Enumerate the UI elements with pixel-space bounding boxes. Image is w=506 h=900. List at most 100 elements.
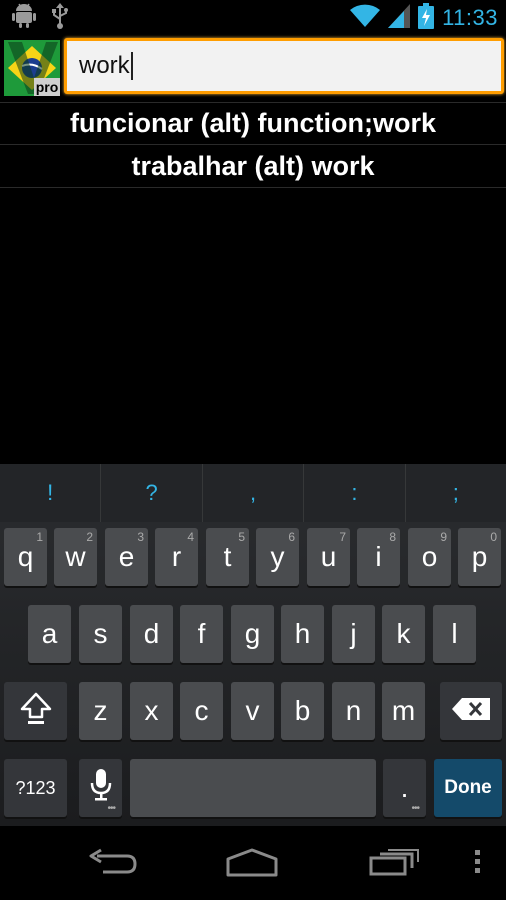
symbols-key[interactable]: ?123 <box>4 759 67 817</box>
key-x[interactable]: x <box>130 682 173 740</box>
key-label: i <box>375 541 382 572</box>
key-n[interactable]: n <box>332 682 375 740</box>
list-item[interactable]: trabalhar (alt) work <box>0 145 506 188</box>
key-f[interactable]: f <box>180 605 223 663</box>
results-list: funcionar (alt) function;work trabalhar … <box>0 102 506 188</box>
space-key[interactable] <box>130 759 376 817</box>
key-label: y <box>270 541 285 572</box>
more-icon: ••• <box>411 803 419 814</box>
svg-text:pro: pro <box>36 79 59 95</box>
key-label: d <box>143 618 160 649</box>
suggestion-question[interactable]: ? <box>101 464 203 522</box>
key-h[interactable]: h <box>281 605 324 663</box>
result-text: funcionar (alt) function;work <box>70 108 436 138</box>
key-g[interactable]: g <box>231 605 274 663</box>
key-hint: 0 <box>490 530 497 544</box>
key-label: z <box>93 695 108 726</box>
key-c[interactable]: c <box>180 682 223 740</box>
key-hint: 2 <box>86 530 93 544</box>
key-label: a <box>41 618 58 649</box>
search-input[interactable]: work <box>64 38 504 94</box>
key-label: r <box>171 541 182 572</box>
key-label: k <box>396 618 411 649</box>
key-hint: 1 <box>36 530 43 544</box>
soft-keyboard: ! ? , : ; q1 w2 e3 r4 t5 y6 u7 i8 o9 p0 … <box>0 464 506 826</box>
back-arrow-icon <box>87 848 137 880</box>
suggestion-comma[interactable]: , <box>203 464 305 522</box>
key-p[interactable]: p0 <box>458 528 501 586</box>
key-j[interactable]: j <box>332 605 375 663</box>
key-label: j <box>350 618 357 649</box>
key-label: c <box>194 695 209 726</box>
overflow-menu-icon <box>475 850 481 878</box>
shift-key[interactable] <box>4 682 67 740</box>
key-label: p <box>471 541 488 572</box>
brazil-flag-v-pro-icon[interactable]: pro <box>4 40 60 96</box>
key-l[interactable]: l <box>433 605 476 663</box>
key-hint: 8 <box>389 530 396 544</box>
key-m[interactable]: m <box>382 682 425 740</box>
key-label: x <box>144 695 159 726</box>
status-bar: 11:33 <box>0 0 506 36</box>
key-t[interactable]: t5 <box>206 528 249 586</box>
key-a[interactable]: a <box>28 605 71 663</box>
key-y[interactable]: y6 <box>256 528 299 586</box>
key-d[interactable]: d <box>130 605 173 663</box>
search-input-value: work <box>79 52 130 79</box>
key-label: m <box>391 695 416 726</box>
recent-apps-icon <box>368 848 420 880</box>
usb-icon <box>50 3 70 33</box>
app-header: pro work <box>0 36 506 100</box>
more-icon: ••• <box>107 803 115 814</box>
recent-apps-button[interactable] <box>364 844 424 884</box>
key-label: v <box>245 695 260 726</box>
clock: 11:33 <box>442 5 498 30</box>
key-label: b <box>294 695 311 726</box>
key-r[interactable]: r4 <box>155 528 198 586</box>
back-button[interactable] <box>82 844 142 884</box>
home-button[interactable] <box>222 844 282 884</box>
microphone-icon <box>90 768 112 808</box>
key-hint: 3 <box>137 530 144 544</box>
backspace-icon <box>452 695 490 727</box>
key-label: l <box>451 618 458 649</box>
key-label: u <box>320 541 337 572</box>
suggestion-semicolon[interactable]: ; <box>406 464 506 522</box>
key-k[interactable]: k <box>382 605 425 663</box>
key-s[interactable]: s <box>79 605 122 663</box>
overflow-menu-button[interactable] <box>448 844 506 884</box>
backspace-key[interactable] <box>440 682 502 740</box>
home-icon <box>224 847 280 881</box>
key-hint: 7 <box>339 530 346 544</box>
key-hint: 9 <box>440 530 447 544</box>
key-o[interactable]: o9 <box>408 528 451 586</box>
key-v[interactable]: v <box>231 682 274 740</box>
android-debug-icon <box>12 3 36 33</box>
key-label: s <box>93 618 108 649</box>
suggestion-exclamation[interactable]: ! <box>0 464 102 522</box>
period-key[interactable]: . ••• <box>383 759 426 817</box>
done-key[interactable]: Done <box>434 759 502 817</box>
key-label: f <box>197 618 206 649</box>
key-label: e <box>118 541 135 572</box>
suggestion-colon[interactable]: : <box>304 464 406 522</box>
key-z[interactable]: z <box>79 682 122 740</box>
key-e[interactable]: e3 <box>105 528 148 586</box>
key-b[interactable]: b <box>281 682 324 740</box>
key-w[interactable]: w2 <box>54 528 97 586</box>
key-label: t <box>223 541 232 572</box>
navigation-bar <box>0 826 506 900</box>
key-hint: 5 <box>238 530 245 544</box>
key-i[interactable]: i8 <box>357 528 400 586</box>
key-q[interactable]: q1 <box>4 528 47 586</box>
key-label: Done <box>444 777 492 798</box>
shift-icon <box>20 691 52 732</box>
key-hint: 4 <box>187 530 194 544</box>
cell-signal-icon <box>388 4 411 32</box>
voice-input-key[interactable]: ••• <box>79 759 122 817</box>
key-label: w <box>65 541 86 572</box>
list-item[interactable]: funcionar (alt) function;work <box>0 102 506 145</box>
key-label: . <box>400 772 409 803</box>
key-label: o <box>421 541 438 572</box>
key-u[interactable]: u7 <box>307 528 350 586</box>
